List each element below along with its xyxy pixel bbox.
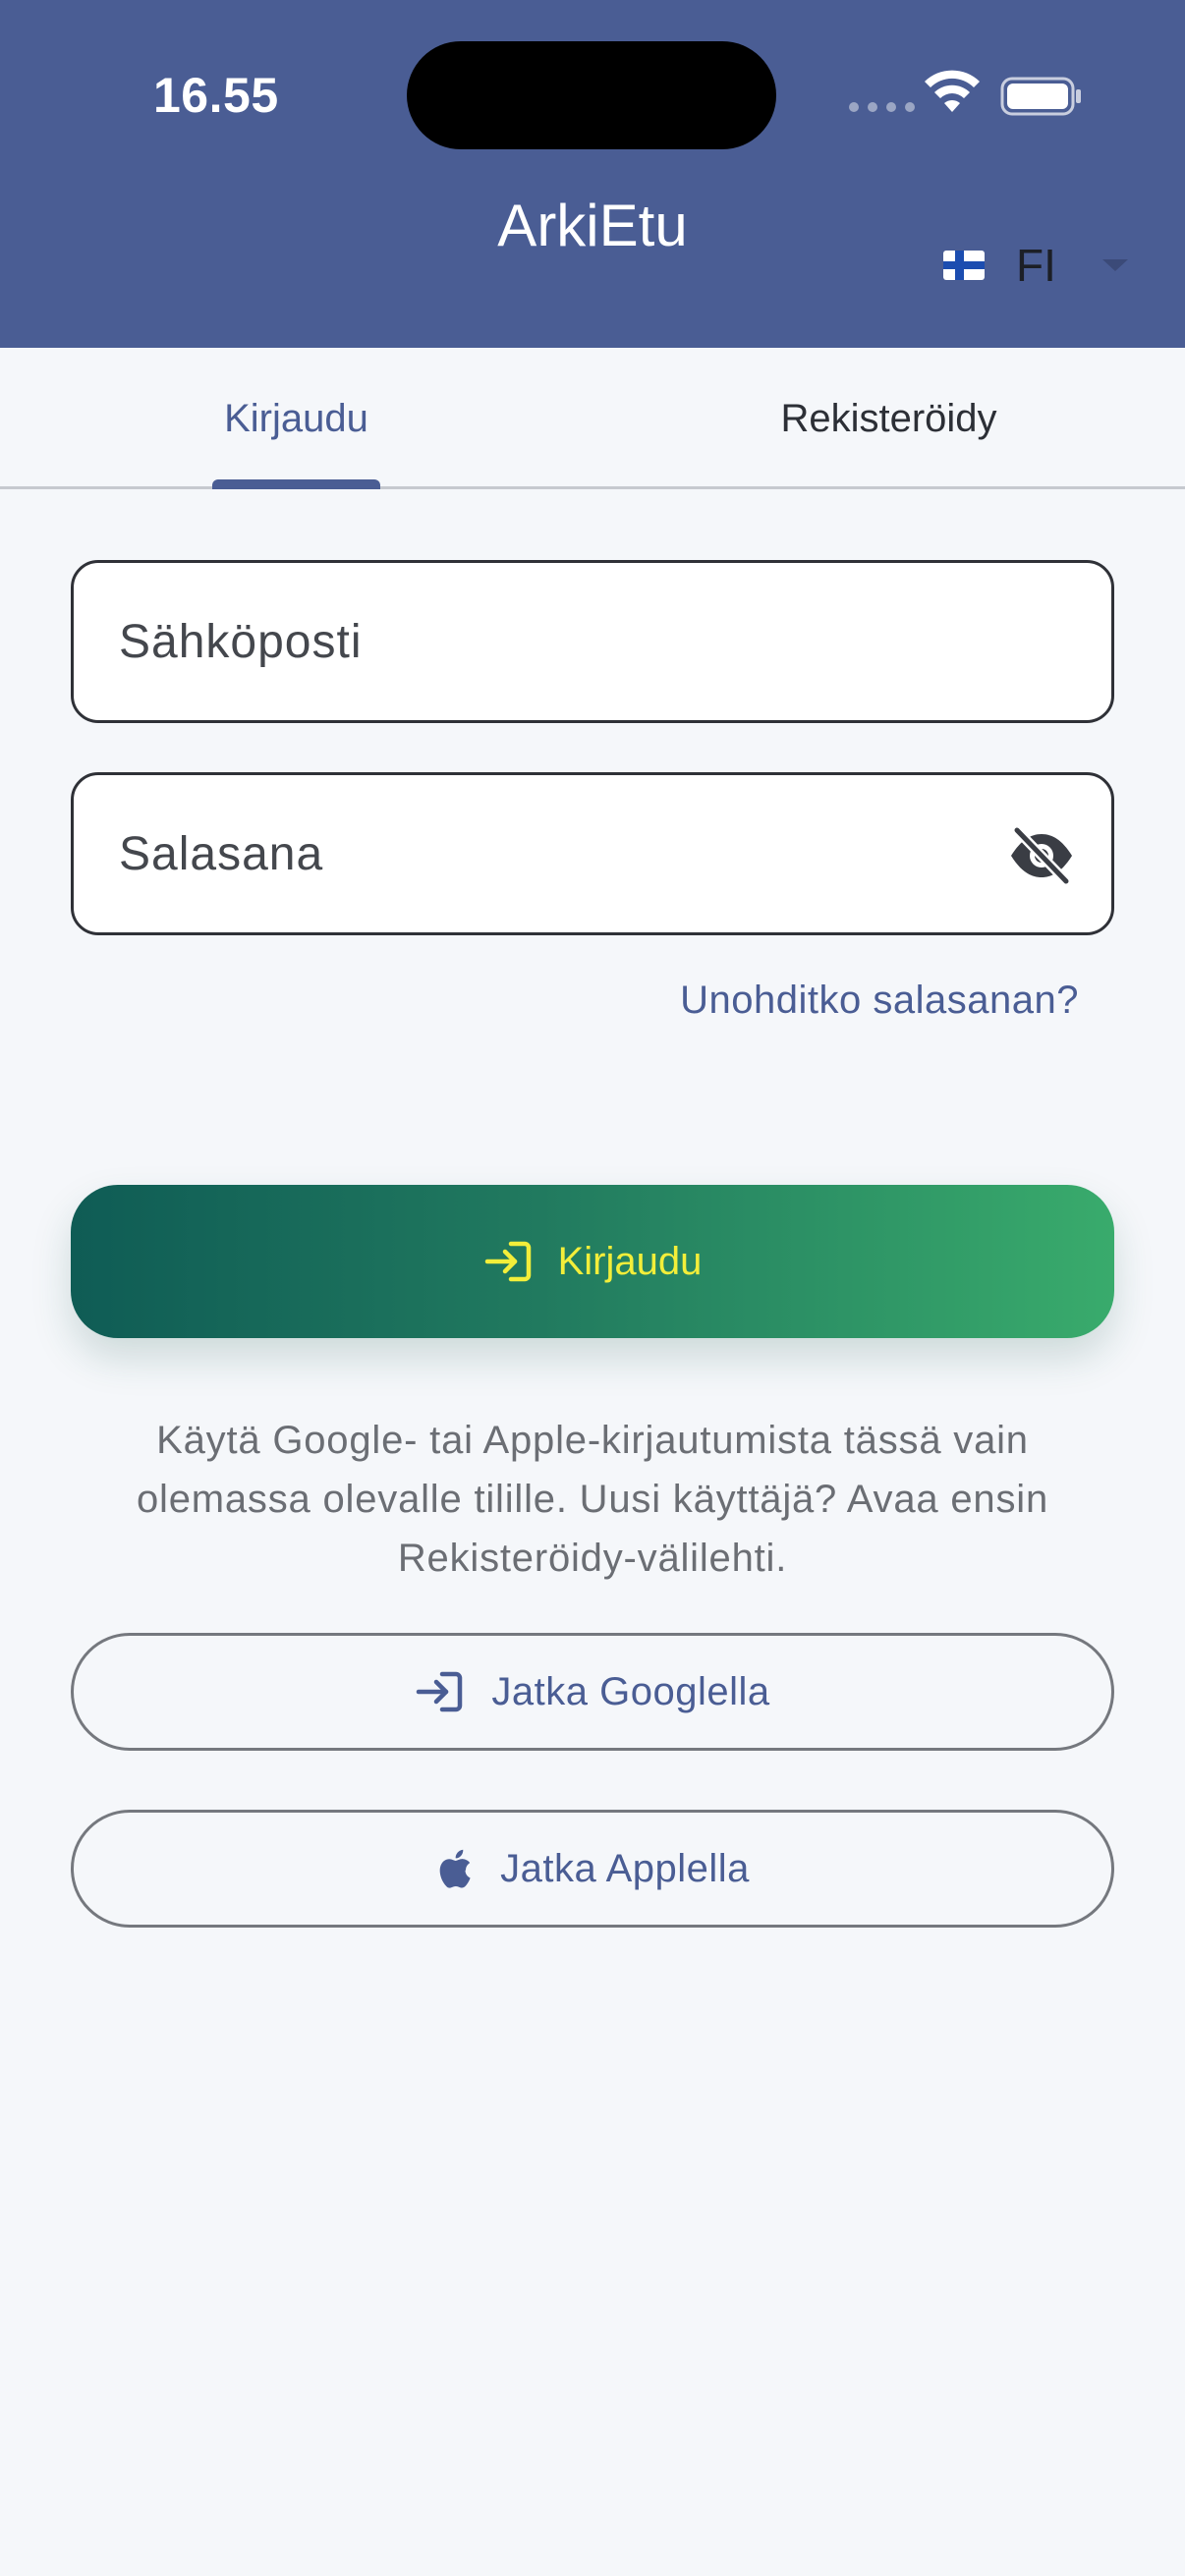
forgot-password-link[interactable]: Unohditko salasanan? [680,979,1079,1023]
active-tab-indicator [212,479,380,489]
finland-flag-icon [943,251,985,280]
auth-tabs: Kirjaudu Rekisteröidy [0,348,1185,489]
wifi-icon [925,70,980,112]
app-header: 16.55 ArkiEtu FI [0,0,1185,348]
email-input[interactable] [119,614,1003,669]
login-icon [484,1241,531,1282]
continue-google-button[interactable]: Jatka Googlella [71,1633,1114,1751]
language-selector[interactable]: FI [943,236,1128,295]
continue-google-label: Jatka Googlella [491,1669,770,1713]
language-code: FI [1016,240,1056,291]
social-login-info: Käytä Google- tai Apple-kirjautumista tä… [136,1419,1048,1580]
login-button-label: Kirjaudu [557,1239,703,1283]
email-field[interactable] [71,560,1114,723]
battery-icon [1000,77,1081,116]
login-icon [417,1671,463,1712]
login-screen: 16.55 ArkiEtu FI Kirjaudu Rekisteröidy S… [0,0,1185,2576]
eye-off-icon[interactable] [1007,824,1076,887]
password-field[interactable] [71,772,1114,935]
cellular-signal-icon [849,102,915,112]
status-time: 16.55 [153,68,279,123]
tab-login[interactable]: Kirjaudu [0,348,592,489]
continue-apple-button[interactable]: Jatka Applella [71,1810,1114,1928]
password-input[interactable] [119,826,1003,881]
dynamic-island [407,41,776,149]
tab-register[interactable]: Rekisteröidy [592,348,1185,489]
continue-apple-label: Jatka Applella [500,1846,750,1890]
login-button[interactable]: Kirjaudu [71,1185,1114,1338]
chevron-down-icon [1102,259,1128,271]
apple-icon [439,1849,471,1888]
